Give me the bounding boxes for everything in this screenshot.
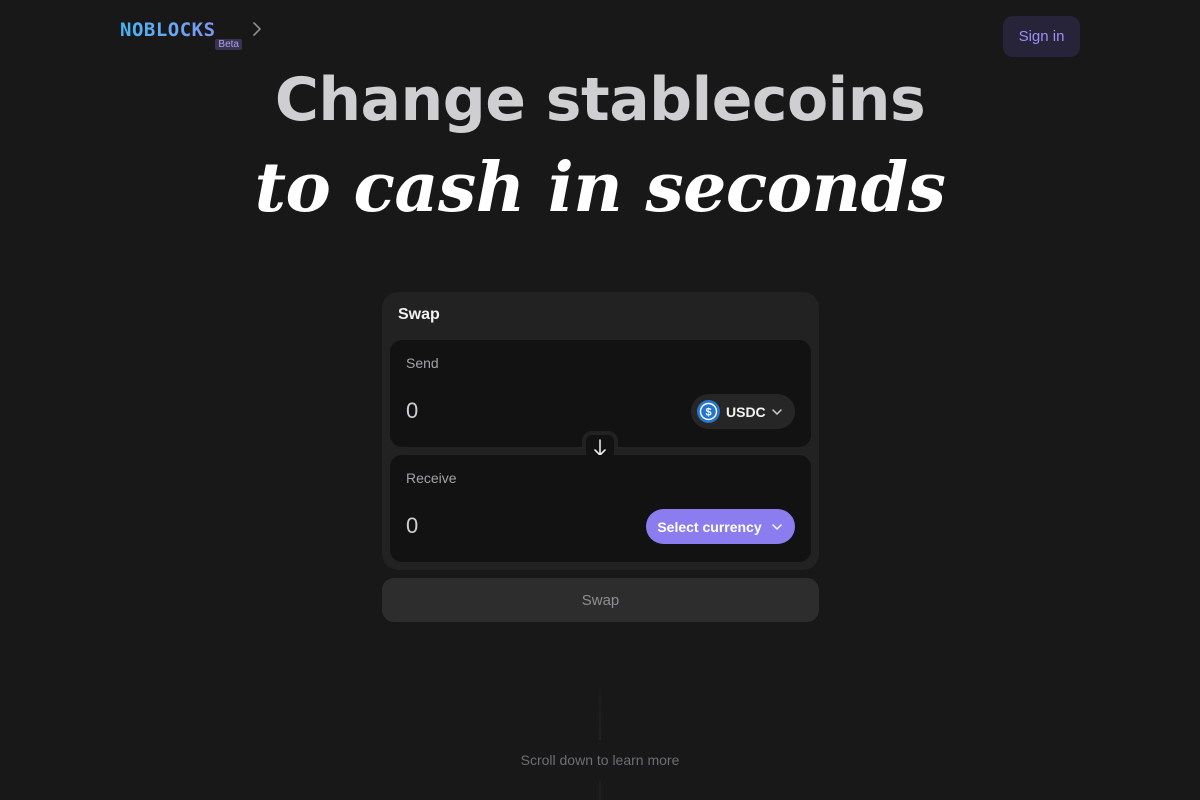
chevron-down-icon xyxy=(771,408,782,415)
receive-amount-input[interactable] xyxy=(406,511,606,541)
scroll-indicator-line xyxy=(599,680,601,740)
swap-submit-button[interactable]: Swap xyxy=(382,578,819,622)
swap-card-title: Swap xyxy=(398,306,440,323)
chevron-right-icon[interactable] xyxy=(252,21,262,37)
send-amount-input[interactable] xyxy=(406,396,606,426)
noblocks-logo[interactable]: NOBLOCKS Beta xyxy=(120,20,242,50)
send-label: Send xyxy=(406,355,439,371)
select-currency-button[interactable]: Select currency xyxy=(646,509,795,544)
logo-wordmark: NOBLOCKS xyxy=(120,20,242,40)
send-token-select[interactable]: $ USDC xyxy=(691,394,795,429)
send-token-label: USDC xyxy=(726,403,766,420)
select-currency-label: Select currency xyxy=(657,518,762,535)
scroll-hint: Scroll down to learn more xyxy=(520,752,680,768)
hero-heading: Change stablecoins xyxy=(274,65,926,135)
hero-subheading: to cash in seconds xyxy=(254,148,946,228)
receive-label: Receive xyxy=(406,470,457,486)
scroll-indicator-line-bottom xyxy=(599,780,601,800)
beta-badge: Beta xyxy=(215,39,242,50)
sign-in-button[interactable]: Sign in xyxy=(1003,16,1080,57)
chevron-down-icon xyxy=(771,523,782,530)
brand[interactable]: NOBLOCKS Beta xyxy=(120,20,262,50)
usdc-icon: $ xyxy=(697,400,720,423)
receive-panel: Receive Select currency xyxy=(390,455,811,562)
swap-card: Swap Send $ USDC Receive Select currency xyxy=(382,292,819,570)
svg-text:$: $ xyxy=(705,407,711,419)
